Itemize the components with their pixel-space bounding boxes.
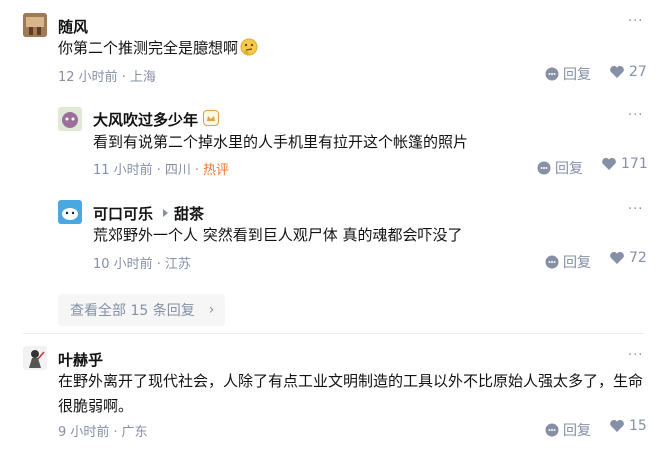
heart-icon	[610, 65, 624, 78]
avatar-image	[58, 107, 82, 131]
more-options-icon[interactable]: ···	[628, 202, 643, 217]
reply-to-username[interactable]: 甜茶	[174, 203, 204, 224]
reply-button[interactable]: 回复	[537, 158, 583, 178]
avatar[interactable]	[23, 346, 47, 370]
hot-comment-tag: 热评	[202, 163, 229, 178]
reply-label: 回复	[563, 67, 591, 83]
meta-separator: ·	[194, 163, 199, 178]
heart-icon	[610, 251, 624, 264]
like-button[interactable]: 171	[601, 156, 648, 172]
comment-content: 在野外离开了现代社会，人除了有点工业文明制造的工具以外不比原始人强太多了，生命很…	[58, 372, 644, 415]
thinking-emoji-icon	[240, 38, 258, 64]
comment-meta: 12 小时前 · 上海	[58, 66, 156, 85]
comment-content: 看到有说第二个掉水里的人手机里有拉开这个帐篷的照片	[93, 133, 469, 151]
like-count: 15	[629, 418, 647, 434]
comment-meta: 11 小时前 · 四川 · 热评	[93, 159, 229, 178]
reply-button[interactable]: 回复	[545, 420, 591, 440]
more-options-icon[interactable]: ···	[628, 14, 643, 29]
meta-separator: ·	[156, 163, 161, 178]
reply-label: 回复	[563, 255, 591, 271]
like-count: 27	[629, 64, 647, 80]
reply-button[interactable]: 回复	[545, 252, 591, 272]
like-button[interactable]: 15	[609, 418, 647, 434]
comment-time: 11 小时前	[93, 163, 153, 178]
comment-content: 荒郊野外一个人 突然看到巨人观尸体 真的魂都会吓没了	[93, 226, 463, 244]
comment-meta: 9 小时前 · 广东	[58, 421, 148, 440]
reply-icon	[537, 161, 551, 175]
like-count: 171	[621, 156, 648, 172]
comment-location: 广东	[121, 425, 148, 440]
comment-location: 四川	[164, 163, 191, 178]
comment-text: 你第二个推测完全是臆想啊	[58, 39, 239, 57]
meta-separator: ·	[121, 70, 126, 85]
heart-icon	[610, 419, 624, 432]
username[interactable]: 叶赫乎	[58, 349, 103, 370]
like-count: 72	[629, 250, 647, 266]
meta-separator: ·	[156, 257, 161, 272]
comment-time: 9 小时前	[58, 425, 110, 440]
username[interactable]: 可口可乐	[93, 203, 153, 224]
comment-location: 上海	[129, 70, 156, 85]
more-options-icon[interactable]: ···	[628, 348, 643, 363]
reply-icon	[545, 423, 559, 437]
reply-to-arrow-icon	[163, 209, 168, 217]
reply-icon	[545, 67, 559, 81]
comment-time: 12 小时前	[58, 70, 118, 85]
meta-separator: ·	[113, 425, 118, 440]
avatar[interactable]	[23, 13, 47, 37]
avatar-image	[23, 346, 47, 370]
avatar-image	[23, 13, 47, 37]
show-all-replies-button[interactable]: 查看全部 15 条回复 ›	[58, 294, 225, 326]
verified-badge-icon	[203, 110, 219, 126]
comment-content: 你第二个推测完全是臆想啊	[58, 36, 258, 64]
comment-location: 江苏	[164, 257, 191, 272]
more-options-icon[interactable]: ···	[628, 108, 643, 123]
show-all-label: 查看全部 15 条回复	[70, 303, 195, 319]
reply-label: 回复	[555, 161, 583, 177]
username[interactable]: 大风吹过多少年	[93, 109, 198, 130]
comment-time: 10 小时前	[93, 257, 153, 272]
reply-icon	[545, 255, 559, 269]
avatar[interactable]	[58, 200, 82, 224]
like-button[interactable]: 72	[609, 250, 647, 266]
reply-button[interactable]: 回复	[545, 64, 591, 84]
avatar[interactable]	[58, 107, 82, 131]
heart-icon	[602, 157, 616, 170]
chevron-right-icon: ›	[208, 302, 215, 318]
like-button[interactable]: 27	[609, 64, 647, 80]
avatar-image	[58, 200, 82, 224]
comment-meta: 10 小时前 · 江苏	[93, 253, 191, 272]
username[interactable]: 随风	[58, 16, 88, 37]
reply-label: 回复	[563, 423, 591, 439]
comment-divider	[23, 333, 644, 334]
